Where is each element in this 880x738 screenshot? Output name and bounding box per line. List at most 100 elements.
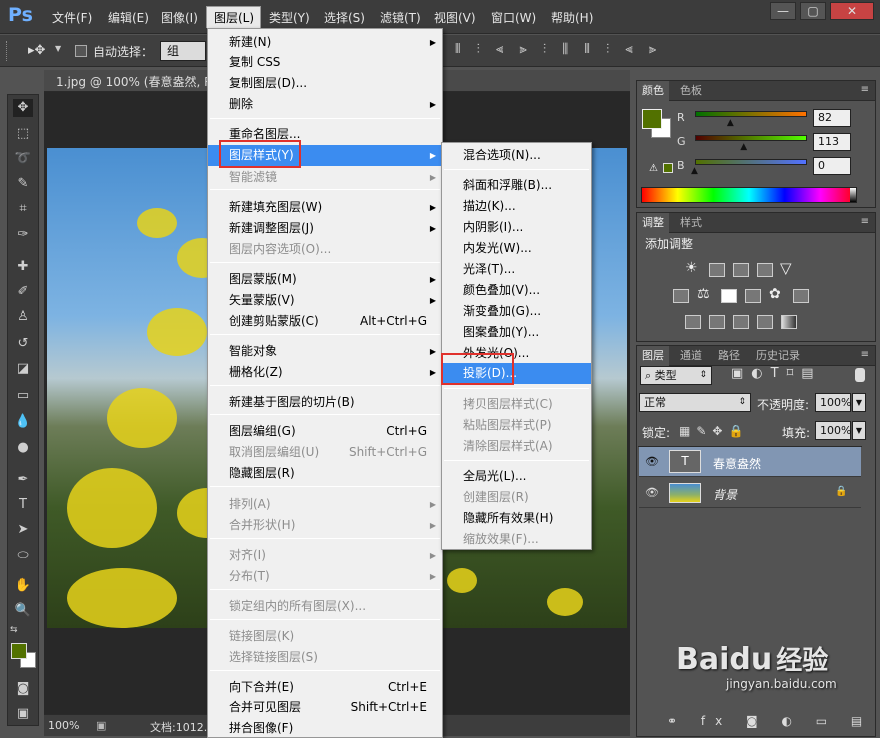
- style-menu-item[interactable]: 图案叠加(Y)...: [442, 322, 591, 343]
- style-menu-item[interactable]: 内阴影(I)...: [442, 217, 591, 238]
- chevron-down-icon[interactable]: ▼: [852, 393, 866, 412]
- style-menu-item[interactable]: 斜面和浮雕(B)...: [442, 175, 591, 196]
- eyedropper-icon[interactable]: ✑: [13, 226, 33, 244]
- layer-name[interactable]: 背景: [713, 486, 737, 503]
- eye-icon[interactable]: 👁: [645, 455, 659, 468]
- swap-colors-icon[interactable]: ⇆: [10, 625, 18, 635]
- r-slider[interactable]: [695, 111, 807, 117]
- eye-icon[interactable]: 👁: [645, 486, 659, 499]
- channel-mixer-icon[interactable]: ✿: [769, 286, 781, 302]
- chevron-down-icon[interactable]: ▼: [55, 44, 61, 53]
- move-icon[interactable]: ✥: [13, 99, 33, 117]
- history-brush-icon[interactable]: ↺: [13, 335, 33, 353]
- panel-menu-icon[interactable]: ≡: [861, 84, 869, 95]
- layer-menu-item[interactable]: 拼合图像(F): [208, 718, 442, 738]
- blur-icon[interactable]: 💧: [13, 413, 33, 431]
- selective-color-icon[interactable]: [757, 315, 773, 329]
- menu-view[interactable]: 视图(V): [434, 9, 476, 26]
- menu-file[interactable]: 文件(F): [52, 9, 92, 26]
- layer-menu-item[interactable]: 新建填充图层(W) ▶: [208, 197, 442, 218]
- zoom-icon[interactable]: 🔍: [13, 602, 33, 620]
- color-lookup-icon[interactable]: [793, 289, 809, 303]
- menu-type[interactable]: 类型(Y): [269, 9, 310, 26]
- g-slider-thumb[interactable]: ▲: [740, 142, 747, 152]
- close-button[interactable]: ✕: [830, 2, 874, 20]
- menu-help[interactable]: 帮助(H): [551, 9, 593, 26]
- opacity-input[interactable]: 100%: [815, 393, 851, 412]
- brush-icon[interactable]: ✐: [13, 283, 33, 301]
- gamut-warning-icon[interactable]: ⚠: [649, 163, 658, 174]
- levels-icon[interactable]: [709, 263, 725, 277]
- layer-filter-icons[interactable]: ▣◐T⌑▤: [731, 366, 822, 381]
- tab-paths[interactable]: 路径: [713, 346, 745, 366]
- auto-select-dropdown[interactable]: 组: [160, 41, 206, 61]
- layer-menu-item[interactable]: 删除 ▶: [208, 94, 442, 115]
- layer-menu-item[interactable]: 图层蒙版(M) ▶: [208, 269, 442, 290]
- tab-layers[interactable]: 图层: [637, 346, 669, 366]
- vibrance-icon[interactable]: ▽: [780, 259, 792, 277]
- tab-swatches[interactable]: 色板: [675, 81, 707, 101]
- quick-select-icon[interactable]: ✎: [13, 175, 33, 193]
- style-menu-item[interactable]: 混合选项(N)...: [442, 145, 591, 166]
- menu-window[interactable]: 窗口(W): [491, 9, 536, 26]
- curves-icon[interactable]: [733, 263, 749, 277]
- lasso-icon[interactable]: ➰: [13, 150, 33, 168]
- layer-menu-item[interactable]: 新建调整图层(J) ▶: [208, 218, 442, 239]
- style-menu-item[interactable]: 渐变叠加(G)...: [442, 301, 591, 322]
- hand-icon[interactable]: ✋: [13, 577, 33, 595]
- maximize-button[interactable]: ▢: [800, 2, 826, 20]
- gamut-swatch[interactable]: [663, 163, 673, 173]
- menu-layer[interactable]: 图层(L): [214, 9, 254, 26]
- layer-menu-item[interactable]: 新建基于图层的切片(B): [208, 392, 442, 413]
- style-menu-item[interactable]: 内发光(W)...: [442, 238, 591, 259]
- layer-menu-item[interactable]: 复制图层(D)...: [208, 73, 442, 94]
- layer-menu-item[interactable]: 合并可见图层 Shift+Ctrl+E: [208, 697, 442, 718]
- shape-icon[interactable]: ⬭: [13, 547, 33, 565]
- layer-row-text[interactable]: 👁 T 春意盎然: [639, 447, 861, 477]
- style-menu-item[interactable]: 描边(K)...: [442, 196, 591, 217]
- invert-icon[interactable]: [685, 315, 701, 329]
- zoom-level[interactable]: 100%: [48, 719, 79, 732]
- g-slider[interactable]: [695, 135, 807, 141]
- layer-row-background[interactable]: 👁 背景 🔒: [639, 478, 861, 508]
- color-balance-icon[interactable]: ⚖: [697, 286, 710, 302]
- crop-icon[interactable]: ⌗: [13, 200, 33, 218]
- pen-icon[interactable]: ✒: [13, 471, 33, 489]
- g-value[interactable]: 113: [813, 133, 851, 151]
- layer-menu-item[interactable]: 图层编组(G) Ctrl+G: [208, 421, 442, 442]
- panel-menu-icon[interactable]: ≡: [861, 349, 869, 360]
- lock-icons[interactable]: ▦✎✥🔒: [679, 424, 749, 438]
- layer-menu-item[interactable]: 隐藏图层(R): [208, 463, 442, 484]
- menu-filter[interactable]: 滤镜(T): [380, 9, 421, 26]
- threshold-icon[interactable]: [733, 315, 749, 329]
- layer-menu-item[interactable]: 创建剪贴蒙版(C) Alt+Ctrl+G: [208, 311, 442, 332]
- stamp-icon[interactable]: ♙: [13, 308, 33, 326]
- hue-saturation-icon[interactable]: [673, 289, 689, 303]
- chevron-down-icon[interactable]: ▼: [852, 421, 866, 440]
- tab-color[interactable]: 颜色: [637, 81, 669, 101]
- quick-mask-icon[interactable]: ◙: [13, 680, 33, 698]
- blend-mode-dropdown[interactable]: 正常 ⇕: [639, 393, 751, 412]
- style-menu-item[interactable]: 颜色叠加(V)...: [442, 280, 591, 301]
- layer-menu-item[interactable]: 新建(N) ▶: [208, 32, 442, 53]
- layer-menu-item[interactable]: 矢量蒙版(V) ▶: [208, 290, 442, 311]
- layer-name[interactable]: 春意盎然: [713, 455, 761, 472]
- style-menu-item[interactable]: 光泽(T)...: [442, 259, 591, 280]
- minimize-button[interactable]: —: [770, 2, 796, 20]
- posterize-icon[interactable]: [709, 315, 725, 329]
- align-icons[interactable]: ⫴ ⫶ ⫷ ⫸ ⫶ ⫼ ⫴ ⫶ ⫷ ⫸: [455, 42, 662, 57]
- gradient-map-icon[interactable]: [781, 315, 797, 329]
- brightness-icon[interactable]: ☀: [685, 260, 698, 276]
- foreground-swatch[interactable]: [642, 109, 662, 129]
- tab-history[interactable]: 历史记录: [751, 346, 805, 366]
- fill-input[interactable]: 100%: [815, 421, 851, 440]
- exposure-icon[interactable]: [757, 263, 773, 277]
- path-select-icon[interactable]: ➤: [13, 521, 33, 539]
- style-menu-item[interactable]: 隐藏所有效果(H): [442, 508, 591, 529]
- layer-menu-item[interactable]: 向下合并(E) Ctrl+E: [208, 677, 442, 698]
- menu-image[interactable]: 图像(I): [161, 9, 198, 26]
- r-slider-thumb[interactable]: ▲: [727, 118, 734, 128]
- gradient-icon[interactable]: ▭: [13, 387, 33, 405]
- b-slider[interactable]: [695, 159, 807, 165]
- type-icon[interactable]: T: [13, 496, 33, 514]
